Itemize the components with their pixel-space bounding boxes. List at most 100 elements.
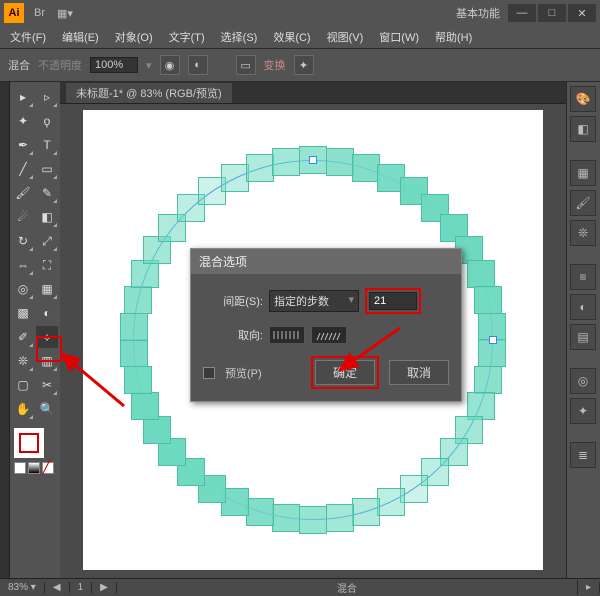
symbols-panel-icon[interactable]: ❊ xyxy=(570,220,596,246)
menu-select[interactable]: 选择(S) xyxy=(215,27,264,47)
blend-step xyxy=(272,148,300,176)
transform-icon[interactable]: ✦ xyxy=(294,55,314,75)
transparency-panel-icon[interactable]: ▤ xyxy=(570,324,596,350)
orientation-label: 取向: xyxy=(203,327,263,343)
opacity-input[interactable]: 100% xyxy=(90,57,138,73)
anchor-top[interactable] xyxy=(309,156,317,164)
nav-next[interactable]: ▶ xyxy=(92,582,117,593)
minimize-button[interactable]: — xyxy=(508,4,536,22)
blend-step xyxy=(246,498,274,526)
tools-panel: ▸▹ ✦ϙ ✒T ╱▭ 🖌✎ ☄◧ ↻⤢ ⇔⛶ ◎▦ ▩◐ ✐⟡ ❊▥ ▢✂ ✋… xyxy=(10,82,60,578)
recolor-icon[interactable]: ◐ xyxy=(188,55,208,75)
menu-type[interactable]: 文字(T) xyxy=(163,27,211,47)
slice-tool[interactable]: ✂ xyxy=(36,374,58,396)
gradient-tool[interactable]: ◐ xyxy=(36,302,58,324)
style-icon[interactable]: ◉ xyxy=(160,55,180,75)
blend-step xyxy=(120,339,148,367)
preview-checkbox[interactable] xyxy=(203,367,215,379)
stroke-panel-icon[interactable]: ≡ xyxy=(570,264,596,290)
color-guide-panel-icon[interactable]: ◧ xyxy=(570,116,596,142)
pencil-tool[interactable]: ✎ xyxy=(36,182,58,204)
type-tool[interactable]: T xyxy=(36,134,58,156)
magic-wand-tool[interactable]: ✦ xyxy=(12,110,34,132)
ok-button[interactable]: 确定 xyxy=(315,360,375,385)
nav-page[interactable]: 1 xyxy=(70,582,93,593)
free-transform-tool[interactable]: ⛶ xyxy=(36,254,58,276)
blend-step xyxy=(131,260,159,288)
maximize-button[interactable]: □ xyxy=(538,4,566,22)
workspace-switcher[interactable]: 基本功能 xyxy=(456,5,500,21)
close-button[interactable]: ✕ xyxy=(568,4,596,22)
blend-step xyxy=(467,260,495,288)
width-tool[interactable]: ⇔ xyxy=(12,254,34,276)
blend-step xyxy=(246,154,274,182)
shape-builder-tool[interactable]: ◎ xyxy=(12,278,34,300)
scale-tool[interactable]: ⤢ xyxy=(36,230,58,252)
selection-tool[interactable]: ▸ xyxy=(12,86,34,108)
gradient-mode-icon[interactable] xyxy=(28,462,40,474)
menu-window[interactable]: 窗口(W) xyxy=(373,27,425,47)
blend-step xyxy=(272,504,300,532)
status-tool: 混合 xyxy=(117,580,578,595)
menu-bar: 文件(F) 编辑(E) 对象(O) 文字(T) 选择(S) 效果(C) 视图(V… xyxy=(0,26,600,48)
transform-label[interactable]: 变换 xyxy=(264,57,286,73)
status-menu[interactable]: ▸ xyxy=(578,582,600,593)
blend-step xyxy=(131,392,159,420)
blend-step xyxy=(326,504,354,532)
nav-prev[interactable]: ◀ xyxy=(45,582,70,593)
cancel-button[interactable]: 取消 xyxy=(389,360,449,385)
artboard-tool[interactable]: ▢ xyxy=(12,374,34,396)
align-icon[interactable]: ▭ xyxy=(236,55,256,75)
orientation-align-path[interactable] xyxy=(311,326,347,344)
blend-step xyxy=(377,488,405,516)
blend-options-dialog: 混合选项 间距(S): 指定的步数 ▾ 21 取向: 预览(P) 确定 取消 xyxy=(190,248,462,402)
appearance-panel-icon[interactable]: ◎ xyxy=(570,368,596,394)
rectangle-tool[interactable]: ▭ xyxy=(36,158,58,180)
annotation-value-highlight: 21 xyxy=(365,288,421,314)
menu-edit[interactable]: 编辑(E) xyxy=(56,27,105,47)
spacing-value-input[interactable]: 21 xyxy=(369,292,417,310)
zoom-level[interactable]: 83% ▾ xyxy=(0,582,45,593)
color-panel-icon[interactable]: 🎨 xyxy=(570,86,596,112)
eraser-tool[interactable]: ◧ xyxy=(36,206,58,228)
menu-help[interactable]: 帮助(H) xyxy=(429,27,478,47)
fill-stroke-swatch[interactable]: ╱ xyxy=(12,426,58,476)
menu-effect[interactable]: 效果(C) xyxy=(267,27,316,47)
graphic-styles-panel-icon[interactable]: ✦ xyxy=(570,398,596,424)
anchor-right[interactable] xyxy=(489,336,497,344)
bridge-icon[interactable]: Br xyxy=(30,5,49,21)
direct-selection-tool[interactable]: ▹ xyxy=(36,86,58,108)
line-tool[interactable]: ╱ xyxy=(12,158,34,180)
hand-tool[interactable]: ✋ xyxy=(12,398,34,420)
color-mode-icon[interactable] xyxy=(14,462,26,474)
symbol-sprayer-tool[interactable]: ❊ xyxy=(12,350,34,372)
zoom-tool[interactable]: 🔍 xyxy=(36,398,58,420)
options-bar: 混合 不透明度 100% ▾ ◉ ◐ ▭ 变换 ✦ xyxy=(0,48,600,82)
document-tab[interactable]: 未标题-1* @ 83% (RGB/预览) xyxy=(66,83,232,103)
rotate-tool[interactable]: ↻ xyxy=(12,230,34,252)
brushes-panel-icon[interactable]: 🖌 xyxy=(570,190,596,216)
gradient-panel-icon[interactable]: ◐ xyxy=(570,294,596,320)
blend-step xyxy=(299,506,327,534)
arrange-icon[interactable]: ▦▾ xyxy=(53,5,77,22)
none-mode-icon[interactable]: ╱ xyxy=(42,462,54,474)
perspective-grid-tool[interactable]: ▦ xyxy=(36,278,58,300)
pen-tool[interactable]: ✒ xyxy=(12,134,34,156)
swatches-panel-icon[interactable]: ▦ xyxy=(570,160,596,186)
paintbrush-tool[interactable]: 🖌 xyxy=(12,182,34,204)
status-bar: 83% ▾ ◀ 1 ▶ 混合 ▸ xyxy=(0,578,600,596)
blend-step xyxy=(143,416,171,444)
menu-view[interactable]: 视图(V) xyxy=(321,27,370,47)
layers-panel-icon[interactable]: ≣ xyxy=(570,442,596,468)
window-controls: — □ ✕ xyxy=(508,4,596,22)
mesh-tool[interactable]: ▩ xyxy=(12,302,34,324)
spacing-mode-select[interactable]: 指定的步数 ▾ xyxy=(269,290,359,312)
eyedropper-tool[interactable]: ✐ xyxy=(12,326,34,348)
blend-step xyxy=(221,164,249,192)
orientation-align-page[interactable] xyxy=(269,326,305,344)
lasso-tool[interactable]: ϙ xyxy=(36,110,58,132)
menu-file[interactable]: 文件(F) xyxy=(4,27,52,47)
blob-brush-tool[interactable]: ☄ xyxy=(12,206,34,228)
blend-step xyxy=(124,366,152,394)
menu-object[interactable]: 对象(O) xyxy=(109,27,159,47)
